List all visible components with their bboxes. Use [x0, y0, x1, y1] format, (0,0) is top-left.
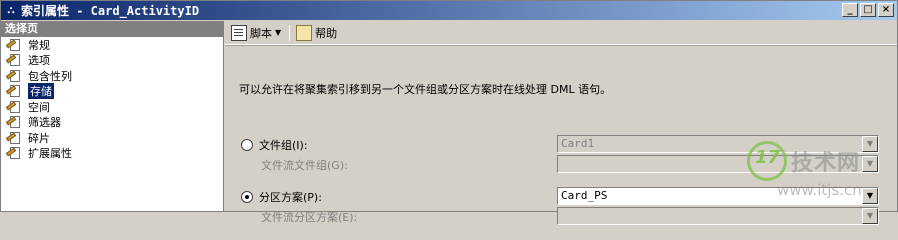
sidebar-item[interactable]: 包含性列 — [1, 68, 223, 84]
page-wrench-icon — [5, 69, 24, 83]
filestream-filegroup-label: 文件流文件组(G): — [261, 159, 348, 172]
page-wrench-icon — [5, 131, 24, 145]
index-icon: ⛬ — [7, 4, 15, 16]
page-wrench-icon — [5, 146, 24, 160]
partition-label: 分区方案(P): — [259, 191, 322, 204]
online-dml-description: 可以允许在将聚集索引移到另一个文件组或分区方案时在线处理 DML 语句。 — [239, 83, 612, 96]
filegroup-value: Card1 — [561, 137, 595, 150]
maximize-button[interactable]: □ — [860, 3, 876, 17]
partition-scheme-select[interactable]: Card_PS ▼ — [557, 187, 879, 205]
partition-radio[interactable] — [241, 191, 253, 203]
script-button[interactable]: 脚本 ▼ — [231, 24, 281, 41]
help-label: 帮助 — [315, 26, 338, 40]
main-panel: 脚本 ▼ 帮助 可以允许在将聚集索引移到另一个文件组或分区方案时在线处理 DML… — [225, 21, 897, 225]
sidebar-item[interactable]: 常规 — [1, 37, 223, 53]
filestream-filegroup-select[interactable]: ▼ — [557, 155, 879, 173]
filegroup-row: 文件组(I): — [241, 137, 308, 153]
toolbar-separator — [289, 24, 291, 41]
sidebar-item[interactable]: 扩展属性 — [1, 146, 223, 162]
chevron-down-icon[interactable]: ▼ — [862, 208, 878, 224]
sidebar-item[interactable]: 选项 — [1, 53, 223, 69]
storage-page-content: 可以允许在将聚集索引移到另一个文件组或分区方案时在线处理 DML 语句。 文件组… — [225, 47, 897, 225]
sidebar-item-label: 包含性列 — [28, 69, 72, 83]
sidebar-item-label: 常规 — [28, 38, 50, 52]
chevron-down-icon[interactable]: ▼ — [862, 136, 878, 152]
sidebar-item[interactable]: 存储 — [1, 83, 223, 100]
toolbar: 脚本 ▼ 帮助 — [225, 21, 897, 45]
sidebar-item[interactable]: 碎片 — [1, 130, 223, 146]
page-wrench-icon — [5, 84, 24, 98]
page-wrench-icon — [5, 38, 24, 52]
sidebar-item-label: 选项 — [28, 54, 50, 68]
sidebar-item[interactable]: 空间 — [1, 99, 223, 115]
title-bar: ⛬ 索引属性 - Card_ActivityID _ □ × — [1, 1, 897, 20]
help-button[interactable]: 帮助 — [296, 24, 338, 41]
filestream-filegroup-row: 文件流文件组(G): — [261, 157, 348, 173]
chevron-down-icon[interactable]: ▼ — [862, 156, 878, 172]
filestream-partition-value — [558, 208, 862, 224]
help-icon — [296, 24, 313, 41]
window-title: 索引属性 - Card_ActivityID — [21, 4, 200, 18]
filegroup-select[interactable]: Card1 ▼ — [557, 135, 879, 153]
page-wrench-icon — [5, 100, 24, 114]
filestream-partition-label: 文件流分区方案(E): — [261, 211, 358, 224]
index-properties-window: ⛬ 索引属性 - Card_ActivityID _ □ × 选择页 常规选项包… — [0, 0, 898, 225]
filegroup-label: 文件组(I): — [259, 139, 308, 152]
chevron-down-icon[interactable]: ▼ — [275, 28, 281, 37]
page-list: 常规选项 包含性列 存储 空间筛选器 碎片扩展属性 — [1, 37, 223, 161]
script-icon — [231, 24, 247, 41]
sidebar-item-label: 扩展属性 — [28, 147, 72, 161]
sidebar-item-label: 存储 — [28, 83, 54, 100]
script-label: 脚本 — [250, 26, 272, 40]
page-wrench-icon — [5, 53, 24, 67]
minimize-button[interactable]: _ — [842, 3, 858, 17]
page-wrench-icon — [5, 115, 24, 129]
close-button[interactable]: × — [878, 3, 894, 17]
sidebar-item-label: 碎片 — [28, 131, 50, 145]
sidebar-item-label: 筛选器 — [28, 116, 61, 130]
select-page-header: 选择页 — [1, 21, 223, 37]
sidebar-item-label: 空间 — [28, 100, 50, 114]
window-controls: _ □ × — [842, 3, 894, 17]
filestream-partition-select[interactable]: ▼ — [557, 207, 879, 225]
sidebar-item[interactable]: 筛选器 — [1, 115, 223, 131]
filestream-filegroup-value — [558, 156, 862, 172]
partition-row: 分区方案(P): — [241, 189, 322, 205]
select-page-panel: 选择页 常规选项 包含性列 存储 空间筛选器 碎片扩展属性 — [1, 21, 224, 211]
partition-scheme-value: Card_PS — [561, 189, 608, 202]
chevron-down-icon[interactable]: ▼ — [862, 188, 878, 204]
filestream-partition-row: 文件流分区方案(E): — [261, 209, 357, 225]
filegroup-radio[interactable] — [241, 139, 253, 151]
